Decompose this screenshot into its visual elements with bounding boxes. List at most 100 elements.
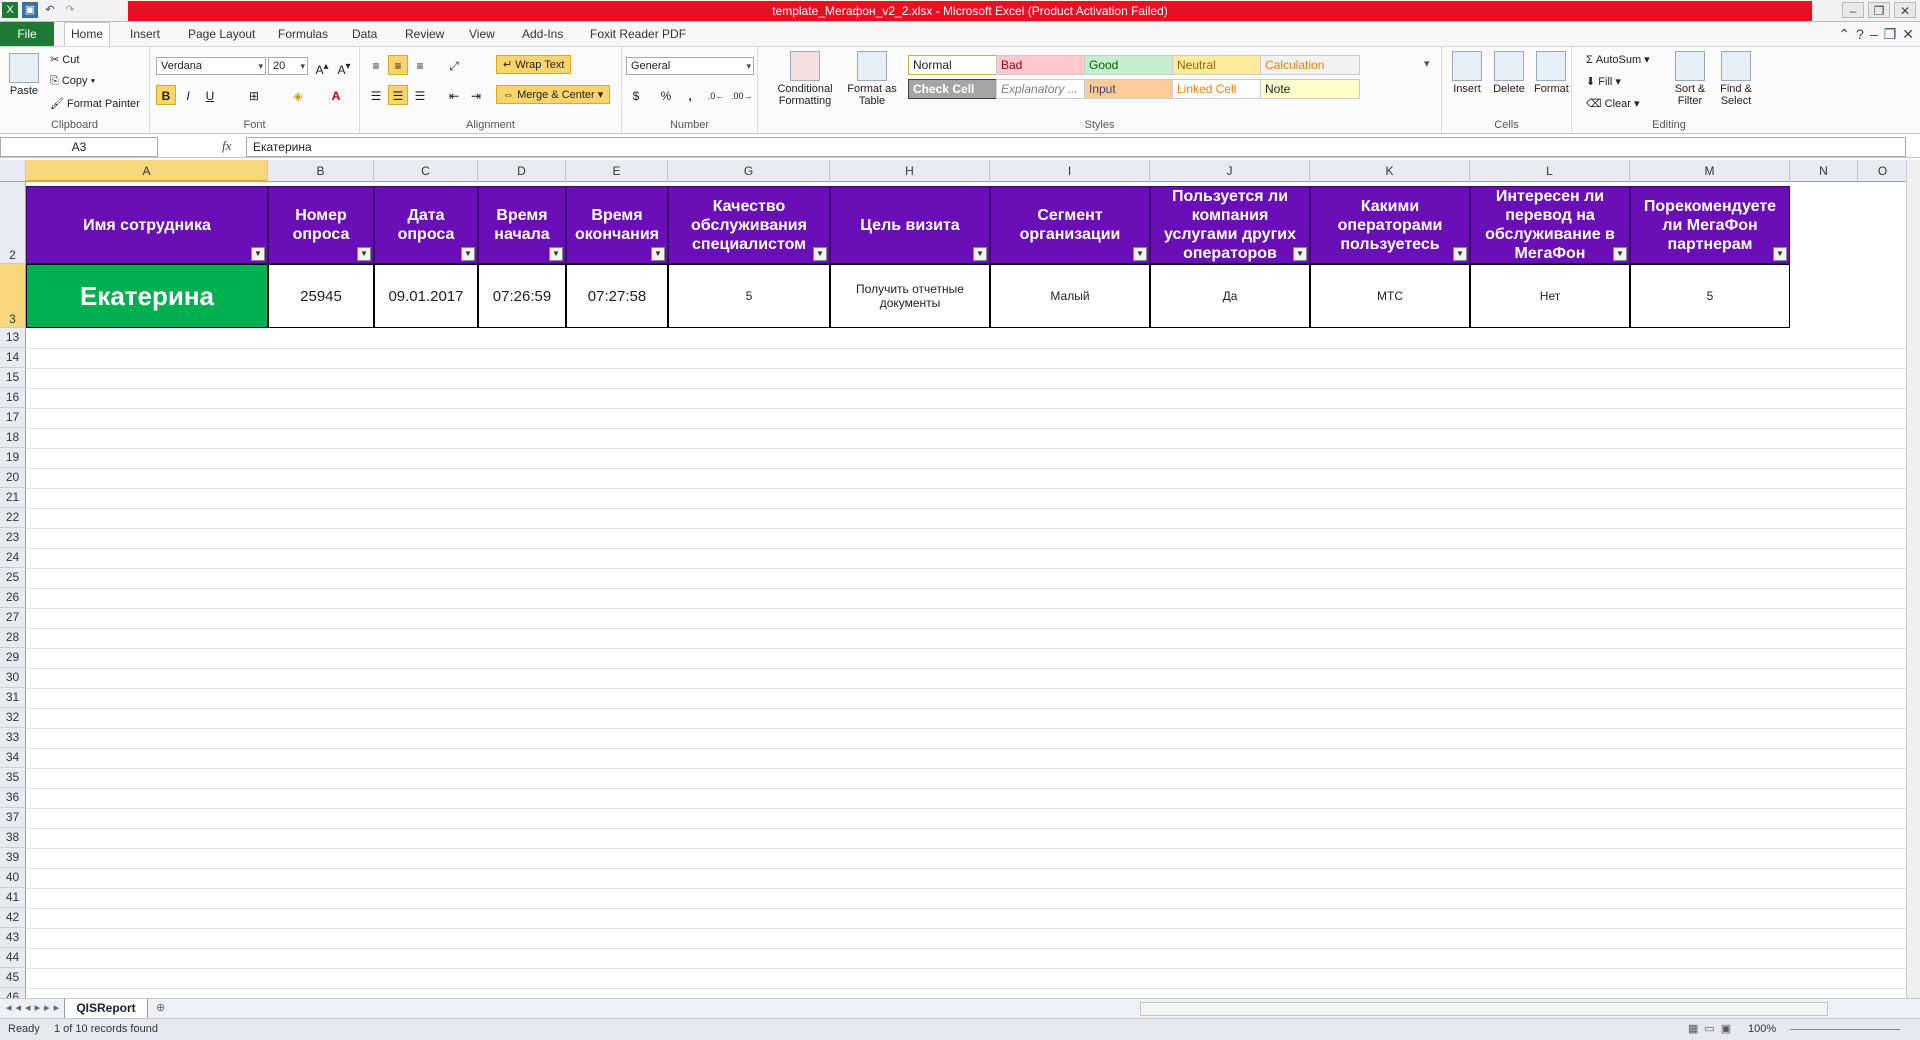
format-as-table-button[interactable]: Format as Table [846,51,898,107]
name-box[interactable]: A3 [0,137,158,157]
tab-insert[interactable]: Insert [130,27,160,41]
clear-button[interactable]: ⌫ Clear ▾ [1586,97,1640,110]
cell-style-item[interactable]: Check Cell [908,79,1008,99]
cell-style-item[interactable]: Bad [996,55,1096,75]
format-painter-button[interactable]: 🖌 Format Painter [50,97,140,110]
cell-style-item[interactable]: Explanatory ... [996,79,1096,99]
header-cell[interactable]: Пользуется ли компания услугами других о… [1150,186,1310,264]
cell-style-item[interactable]: Calculation [1260,55,1360,75]
fill-color-icon[interactable]: ◈ [288,85,308,105]
undo-icon[interactable]: ↶ [42,2,58,18]
bold-button[interactable]: B [156,85,176,105]
row-header[interactable]: 43 [0,928,26,948]
close-button[interactable]: ✕ [1894,2,1916,18]
row-header[interactable]: 17 [0,408,26,428]
tab-addins[interactable]: Add-Ins [522,27,563,41]
row-header[interactable]: 13 [0,328,26,348]
format-cells-button[interactable]: Format [1534,51,1569,95]
data-cell[interactable]: 25945 [268,264,374,328]
fx-icon[interactable]: fx [222,138,231,154]
underline-button[interactable]: U [200,85,220,105]
conditional-formatting-button[interactable]: Conditional Formatting [770,51,840,107]
row-header[interactable]: 33 [0,728,26,748]
header-cell[interactable]: Сегмент организации ▼ [990,186,1150,264]
header-cell[interactable]: Дата опроса ▼ [374,186,478,264]
row-header[interactable]: 15 [0,368,26,388]
column-header[interactable]: K [1310,160,1470,182]
filter-dropdown-icon[interactable]: ▼ [461,247,475,261]
filter-dropdown-icon[interactable]: ▼ [973,247,987,261]
cell-style-item[interactable]: Good [1084,55,1184,75]
align-left-icon[interactable]: ☰ [366,85,386,105]
row-header[interactable]: 24 [0,548,26,568]
cell-style-item[interactable]: Input [1084,79,1184,99]
cell-style-item[interactable]: Neutral [1172,55,1272,75]
insert-cells-button[interactable]: Insert [1450,51,1484,95]
ribbon-minimize-icon[interactable]: ⌃ [1838,26,1850,43]
redo-icon[interactable]: ↷ [62,2,78,18]
paste-button[interactable]: Paste [8,53,40,97]
maximize-button[interactable]: ❐ [1868,2,1890,18]
row-header[interactable]: 28 [0,628,26,648]
zoom-level[interactable]: 100% [1748,1019,1776,1039]
font-size-select[interactable]: 20 [268,57,308,75]
column-header[interactable]: M [1630,160,1790,182]
cell-style-item[interactable]: Normal [908,55,1008,75]
data-cell[interactable]: 07:27:58 [566,264,668,328]
currency-icon[interactable]: $ [626,85,646,105]
filter-dropdown-icon[interactable]: ▼ [1613,247,1627,261]
increase-decimal-icon[interactable]: .0← [706,85,726,105]
data-cell[interactable]: Получить отчетные документы [830,264,990,328]
cut-button[interactable]: ✂ Cut [50,53,79,66]
vertical-scrollbar[interactable] [1906,160,1920,998]
row-header[interactable]: 21 [0,488,26,508]
column-header[interactable]: I [990,160,1150,182]
borders-icon[interactable]: ⊞ [244,85,264,105]
row-header[interactable]: 27 [0,608,26,628]
horizontal-scrollbar[interactable] [1140,1002,1828,1016]
row-header[interactable]: 23 [0,528,26,548]
column-header[interactable]: L [1470,160,1630,182]
column-header[interactable]: O [1858,160,1906,182]
minimize-button[interactable]: – [1842,2,1864,18]
tab-file[interactable]: File [0,22,54,46]
row-header[interactable]: 25 [0,568,26,588]
row-header[interactable]: 37 [0,808,26,828]
tab-foxit[interactable]: Foxit Reader PDF [590,27,686,41]
grow-font-button[interactable]: A▴ [312,56,332,77]
data-cell[interactable]: Екатерина [26,264,268,328]
filter-dropdown-icon[interactable]: ▼ [1453,247,1467,261]
row-header[interactable]: 26 [0,588,26,608]
row-header[interactable]: 32 [0,708,26,728]
font-color-icon[interactable]: A [326,85,346,105]
header-cell[interactable]: Интересен ли перевод на обслуживание в М… [1470,186,1630,264]
align-middle-icon[interactable]: ≡ [388,55,408,75]
row-header[interactable]: 20 [0,468,26,488]
shrink-font-button[interactable]: A▾ [334,56,354,77]
data-cell[interactable]: Малый [990,264,1150,328]
tab-data[interactable]: Data [352,27,377,41]
data-cell[interactable]: Да [1150,264,1310,328]
filter-dropdown-icon[interactable]: ▼ [549,247,563,261]
align-center-icon[interactable]: ☰ [388,85,408,105]
row-header[interactable]: 14 [0,348,26,368]
decrease-indent-icon[interactable]: ⇤ [444,85,464,105]
data-cell[interactable]: 09.01.2017 [374,264,478,328]
row-header[interactable]: 36 [0,788,26,808]
column-header[interactable]: C [374,160,478,182]
save-icon[interactable]: ▣ [22,2,38,18]
align-top-icon[interactable]: ≡ [366,55,386,75]
header-cell[interactable]: Цель визита ▼ [830,186,990,264]
cell-style-item[interactable]: Linked Cell [1172,79,1272,99]
data-cell[interactable]: Нет [1470,264,1630,328]
worksheet-grid[interactable]: ABCDEGHIJKLMNO 2 3 13 14 15 16 17 18 19 20 21 22 23 2… [0,160,1906,998]
row-header[interactable]: 39 [0,848,26,868]
row-header[interactable]: 44 [0,948,26,968]
tab-formulas[interactable]: Formulas [278,27,328,41]
column-header[interactable]: E [566,160,668,182]
data-cell[interactable]: 5 [668,264,830,328]
data-cell[interactable]: 5 [1630,264,1790,328]
italic-button[interactable]: I [178,85,198,105]
number-format-select[interactable]: General [626,57,754,75]
filter-dropdown-icon[interactable]: ▼ [1133,247,1147,261]
